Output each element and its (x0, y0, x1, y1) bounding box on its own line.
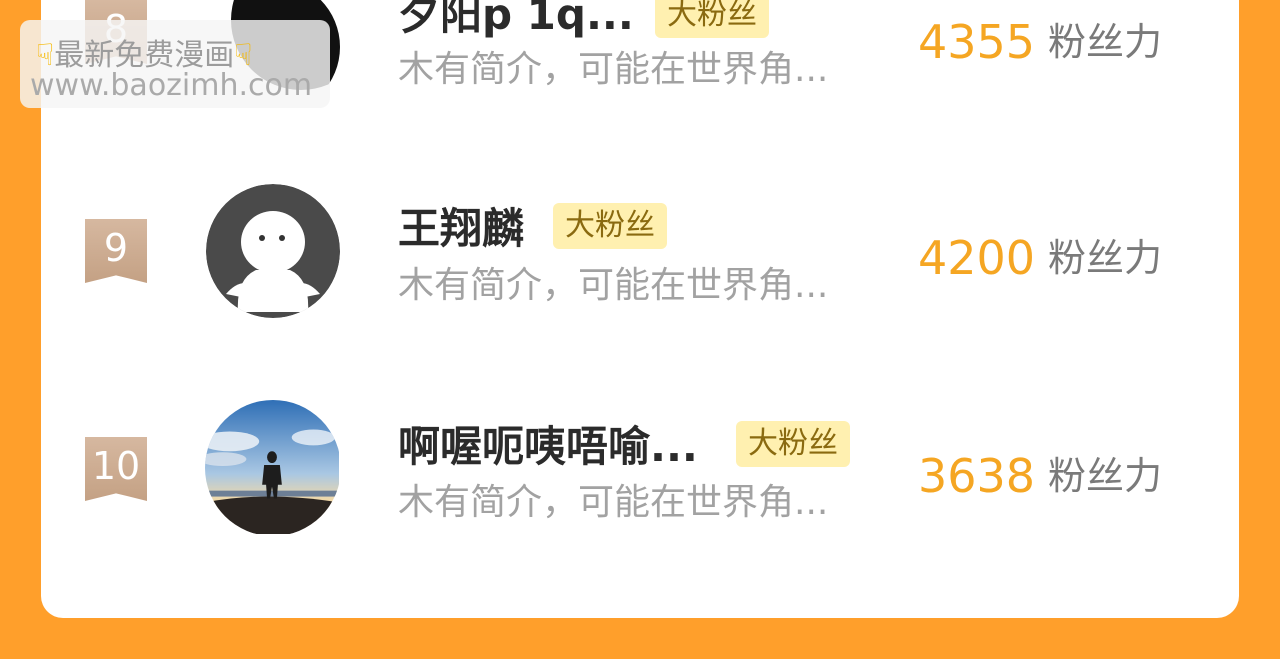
watermark-url: www.baozimh.com (30, 68, 313, 103)
big-fan-tag: 大粉丝 (553, 203, 667, 249)
big-fan-tag: 大粉丝 (655, 0, 769, 38)
user-intro: 木有简介，可能在世界角... (398, 49, 829, 90)
silhouette-photo-avatar-icon (205, 400, 339, 534)
fan-power-label: 粉丝力 (1048, 236, 1163, 280)
watermark[interactable]: ☟最新免费漫画☟ www.baozimh.com (20, 20, 330, 108)
avatar[interactable] (206, 184, 340, 318)
fan-power-label: 粉丝力 (1048, 20, 1163, 64)
fan-rank-row[interactable]: 9 王翔麟 大粉丝 木有简介，可能在世界角... 4200 粉丝力 (0, 168, 1280, 338)
user-intro: 木有简介，可能在世界角... (398, 482, 829, 523)
rank-badge: 9 (85, 219, 147, 283)
fan-power-score: 4355 (918, 15, 1036, 69)
fan-rank-row[interactable]: 10 啊喔呃咦唔喻... 大粉丝 木有简介，可能在世界角... 3638 粉丝力 (0, 385, 1280, 555)
user-name[interactable]: 夕阳p 1q... (398, 0, 634, 40)
big-fan-tag: 大粉丝 (736, 421, 850, 467)
fan-power-score: 4200 (918, 231, 1036, 285)
avatar[interactable] (205, 400, 341, 536)
rank-badge: 10 (85, 437, 147, 501)
fan-power-score: 3638 (918, 449, 1036, 503)
fan-power-label: 粉丝力 (1048, 454, 1163, 498)
default-ghost-avatar-icon (206, 184, 340, 318)
user-name[interactable]: 王翔麟 (398, 204, 524, 254)
user-name[interactable]: 啊喔呃咦唔喻... (398, 422, 698, 472)
user-intro: 木有简介，可能在世界角... (398, 265, 829, 306)
